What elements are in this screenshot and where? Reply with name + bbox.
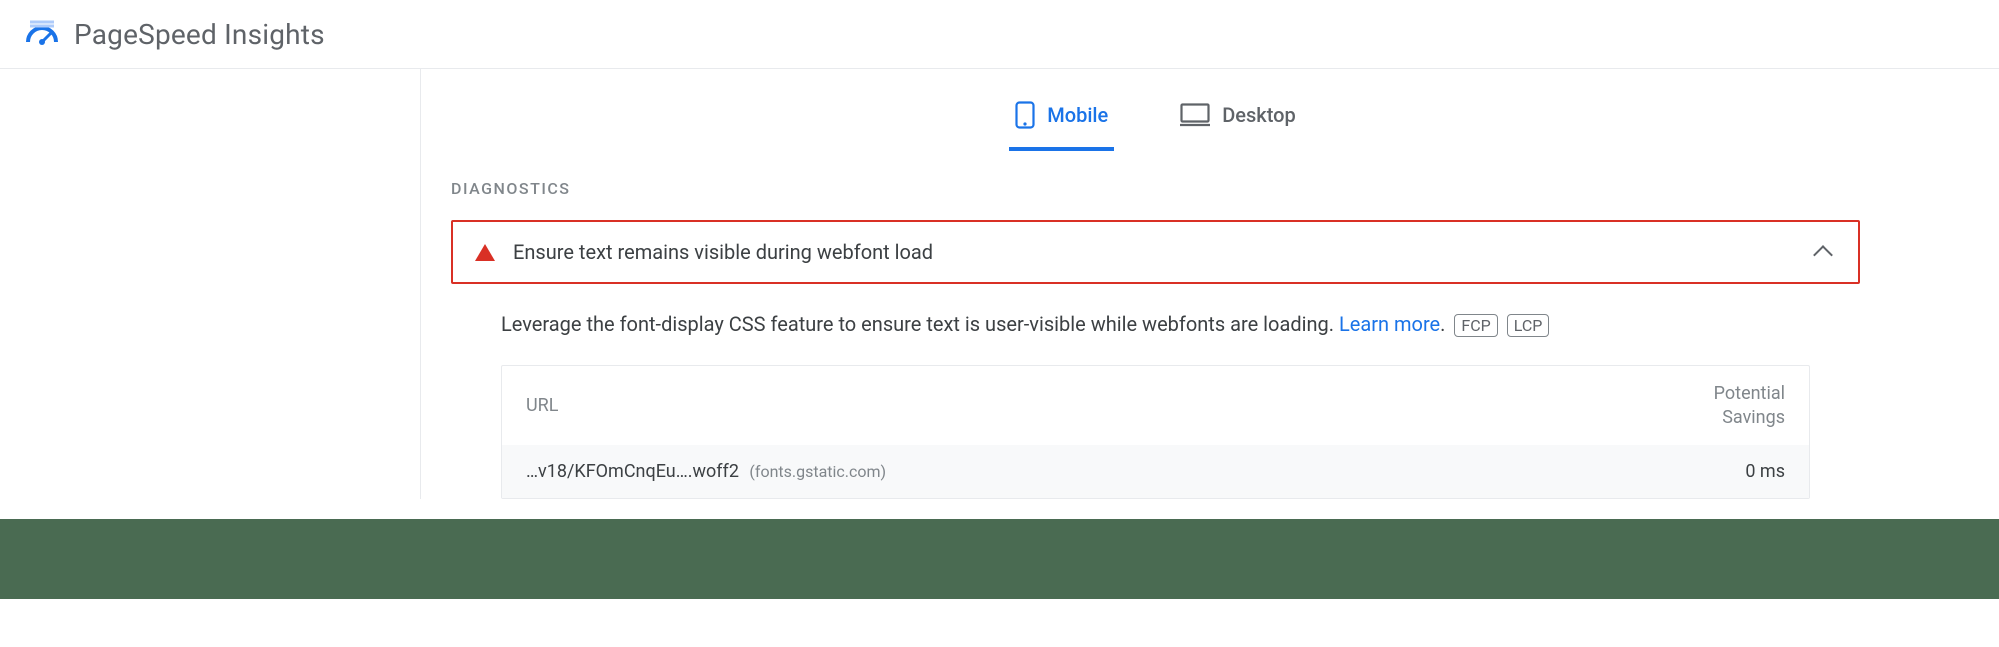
table-row: …v18/KFOmCnqEu….woff2 (fonts.gstatic.com…: [502, 445, 1809, 498]
resources-table: URL Potential Savings …v18/KFOmCnqEu….wo…: [501, 365, 1810, 499]
learn-more-link[interactable]: Learn more: [1339, 312, 1440, 336]
table-header: URL Potential Savings: [502, 366, 1809, 445]
metric-badge-fcp: FCP: [1454, 314, 1497, 337]
cell-url: …v18/KFOmCnqEu….woff2 (fonts.gstatic.com…: [526, 461, 886, 482]
cell-savings: 0 ms: [1745, 461, 1785, 482]
pagespeed-logo-icon: [24, 16, 60, 52]
chevron-up-icon: [1813, 245, 1833, 265]
device-tabs: Mobile Desktop: [421, 69, 1890, 151]
cell-url-origin: (fonts.gstatic.com): [749, 462, 886, 481]
tab-desktop[interactable]: Desktop: [1174, 93, 1302, 151]
warning-triangle-icon: [475, 244, 495, 261]
app-header: PageSpeed Insights: [0, 0, 1999, 69]
desktop-icon: [1180, 103, 1210, 127]
diagnostics-section: DIAGNOSTICS Ensure text remains visible …: [421, 151, 1890, 499]
app-title: PageSpeed Insights: [74, 18, 325, 51]
section-title: DIAGNOSTICS: [451, 179, 1860, 198]
report-panel: Mobile Desktop DIAGNOSTICS Ensure text r…: [420, 69, 1890, 499]
audit-description: Leverage the font-display CSS feature to…: [451, 312, 1860, 337]
audit-row[interactable]: Ensure text remains visible during webfo…: [451, 220, 1860, 284]
footer-band: [0, 519, 1999, 599]
audit-description-text: Leverage the font-display CSS feature to…: [501, 312, 1339, 336]
mobile-icon: [1015, 101, 1035, 129]
tab-mobile-label: Mobile: [1047, 103, 1108, 127]
col-url: URL: [526, 395, 558, 416]
metric-badge-lcp: LCP: [1507, 314, 1550, 337]
tab-mobile[interactable]: Mobile: [1009, 93, 1114, 151]
tab-desktop-label: Desktop: [1222, 103, 1296, 127]
audit-title: Ensure text remains visible during webfo…: [513, 240, 1798, 264]
col-savings: Potential Savings: [1714, 382, 1785, 429]
logo[interactable]: PageSpeed Insights: [24, 16, 325, 52]
audit-period: .: [1440, 312, 1445, 336]
